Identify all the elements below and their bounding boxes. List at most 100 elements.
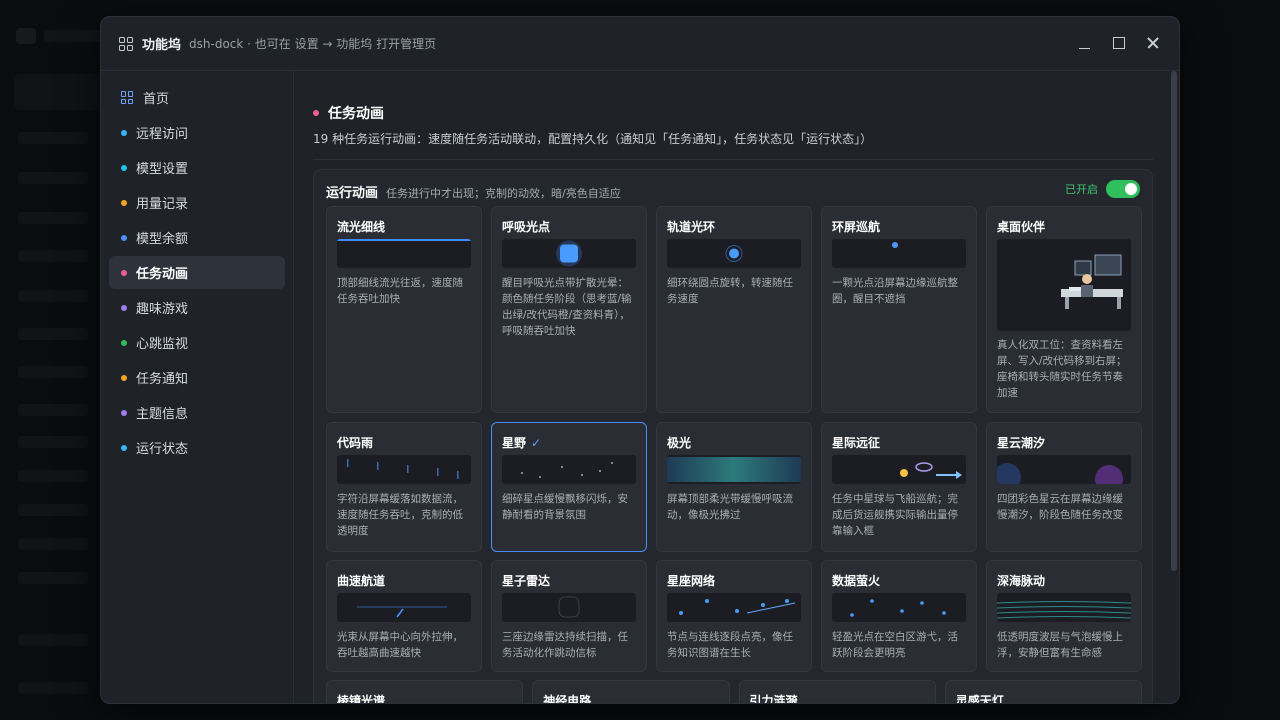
card-description: 任务中星球与飞船巡航；完成后货运舰携实际输出量停靠输入框 (832, 493, 958, 537)
animation-card-11[interactable]: 星子雷达 三座边缘雷达持续扫描，任务活动化作跳动信标 (491, 560, 647, 672)
enable-toggle[interactable] (1106, 180, 1140, 198)
page-title-text: 任务动画 (328, 106, 384, 122)
card-title-text: 棱镜光谱 (337, 694, 386, 704)
card-title-text: 流光细线 (337, 220, 386, 234)
preview-graphic (900, 462, 962, 479)
window-controls (1077, 35, 1161, 51)
animation-card-13[interactable]: 数据萤火 轻盈光点在空白区游弋，活跃阶段会更明亮 (821, 560, 977, 672)
card-description: 屏幕顶部柔光带缓慢呼吸流动，像极光拂过 (667, 493, 793, 521)
card-title-text: 星子雷达 (502, 574, 551, 588)
preview-graphic (521, 462, 613, 478)
section-title: 运行动画 (326, 186, 379, 201)
enable-toggle-group: 已开启 (1065, 180, 1140, 198)
animation-card-15[interactable]: 棱镜光谱 (326, 680, 524, 704)
animation-card-2[interactable]: 轨道光环细环绕圆点旋转，转速随任务速度 (656, 206, 812, 413)
card-title: 星云潮汐 (997, 434, 1045, 451)
card-description: 低透明度波层与气泡缓慢上浮，安静但富有生命感 (997, 631, 1123, 659)
animation-card-8[interactable]: 星际远征任务中星球与飞船巡航；完成后货运舰携实际输出量停靠输入框 (821, 422, 977, 552)
sidebar-item-label: 模型设置 (136, 162, 189, 177)
animation-card-9[interactable]: 星云潮汐 四团彩色星云在屏幕边缘缓慢潮汐，阶段色随任务改变 (986, 422, 1142, 552)
preview-graphic (667, 457, 801, 482)
animation-preview (997, 455, 1131, 484)
main-content: 任务动画 19 种任务运行动画：速度随任务活动联动，配置持久化（通知见「任务通知… (295, 71, 1171, 704)
preview-graphic (997, 463, 1123, 484)
feature-dock-dialog: 功能坞 dsh-dock · 也可在 设置 → 功能坞 打开管理页 首页 远程访问… (100, 16, 1180, 704)
scrollbar-thumb[interactable] (1171, 71, 1177, 571)
sidebar-item-3[interactable]: 用量记录 (109, 186, 285, 219)
card-title-text: 轨道光环 (667, 220, 716, 234)
preview-graphic (337, 239, 471, 241)
scrollbar[interactable] (1171, 71, 1177, 631)
animation-preview (832, 239, 966, 268)
card-title-text: 引力涟漪 (749, 694, 798, 704)
card-title: 环屏巡航 (832, 218, 880, 235)
card-title: 棱镜光谱 (337, 692, 386, 704)
page-title: 任务动画 (313, 103, 872, 123)
animation-card-16[interactable]: 神经电路 (532, 680, 730, 704)
nav-dot-icon (121, 409, 127, 416)
animation-preview (337, 455, 471, 484)
animation-card-6[interactable]: 星野 ✓ 细碎星点缓慢飘移闪烁，安静耐看的背景氛围 (491, 422, 647, 552)
check-icon: ✓ (531, 436, 542, 450)
animation-card-4[interactable]: 桌面伙伴 真人化双工位：查资料看左屏、写入/改代码移到右屏；座椅和转头随实时任务节… (986, 206, 1142, 413)
close-icon[interactable] (1145, 35, 1161, 51)
card-title: 深海脉动 (997, 572, 1045, 589)
minimize-icon[interactable] (1077, 35, 1093, 51)
sidebar-item-2[interactable]: 模型设置 (109, 151, 285, 184)
animation-card-10[interactable]: 曲速航道 光束从屏幕中心向外拉伸，吞吐越高曲速越快 (326, 560, 482, 672)
sidebar-item-5[interactable]: 任务动画 (109, 256, 285, 289)
card-title: 星际远征 (832, 434, 880, 451)
animation-card-17[interactable]: 引力涟漪 (738, 680, 936, 704)
sidebar-item-9[interactable]: 主题信息 (109, 396, 285, 429)
maximize-icon[interactable] (1111, 35, 1127, 51)
animation-card-12[interactable]: 星座网络 节点与连线逐段点亮，像任务知识图谱在生长 (656, 560, 812, 672)
sidebar-item-label: 趣味游戏 (136, 302, 189, 317)
nav-dot-icon (121, 444, 127, 451)
card-description: 节点与连线逐段点亮，像任务知识图谱在生长 (667, 631, 793, 659)
sidebar-item-4[interactable]: 模型余额 (109, 221, 285, 254)
preview-graphic (725, 245, 743, 262)
sidebar-item-label: 用量记录 (136, 197, 189, 212)
animation-preview (337, 239, 471, 268)
preview-graphic (556, 240, 582, 267)
page-header: 任务动画 19 种任务运行动画：速度随任务活动联动，配置持久化（通知见「任务通知… (313, 103, 872, 147)
sidebar-item-1[interactable]: 远程访问 (109, 116, 285, 149)
card-title-text: 深海脉动 (997, 574, 1046, 588)
card-title: 流光细线 (337, 218, 385, 235)
card-description: 字符沿屏幕缓落如数据流，速度随任务吞吐，克制的低透明度 (337, 493, 463, 537)
card-title: 神经电路 (543, 692, 592, 704)
sidebar-item-6[interactable]: 趣味游戏 (109, 291, 285, 324)
running-animation-section: 运行动画 任务进行中才出现；克制的动效，暗/亮色自适应 已开启 流光细线 顶部细线… (313, 169, 1153, 704)
card-title: 灵感天灯 (956, 692, 1004, 703)
nav-dot-icon (121, 234, 127, 241)
animation-card-5[interactable]: 代码雨字符沿屏幕缓落如数据流，速度随任务吞吐，克制的低透明度 (326, 422, 482, 552)
preview-graphic (1061, 254, 1123, 309)
animation-card-0[interactable]: 流光细线顶部细线流光往返，速度随任务吞吐加快 (326, 206, 482, 413)
sidebar-item-8[interactable]: 任务通知 (109, 361, 285, 394)
preview-graphic (892, 242, 898, 248)
sidebar-item-label: 运行状态 (136, 442, 189, 457)
animation-card-7[interactable]: 极光 屏幕顶部柔光带缓慢呼吸流动，像极光拂过 (656, 422, 812, 552)
animation-card-18[interactable]: 灵感天灯 (944, 680, 1142, 703)
card-description: 细环绕圆点旋转，转速随任务速度 (667, 277, 793, 305)
animation-card-3[interactable]: 环屏巡航 一颗光点沿屏幕边缘巡航整圈，醒目不遮挡 (821, 206, 977, 413)
nav-dot-icon (121, 269, 127, 276)
animation-card-14[interactable]: 深海脉动低透明度波层与气泡缓慢上浮，安静但富有生命感 (986, 560, 1142, 672)
sidebar-item-0[interactable]: 首页 (109, 81, 285, 114)
card-description: 细碎星点缓慢飘移闪烁，安静耐看的背景氛围 (502, 493, 628, 521)
card-title-text: 呼吸光点 (502, 220, 551, 234)
card-description: 真人化双工位：查资料看左屏、写入/改代码移到右屏；座椅和转头随实时任务节奏加速 (997, 339, 1127, 399)
card-title-text: 星野 (502, 436, 527, 450)
card-description: 轻盈光点在空白区游弋，活跃阶段会更明亮 (832, 631, 958, 659)
card-title-text: 代码雨 (337, 436, 374, 450)
card-title-text: 神经电路 (543, 694, 592, 704)
sidebar-nav: 首页 远程访问模型设置用量记录模型余额 任务动画趣味游戏心跳监视任务通知 主题信息运行… (101, 71, 294, 703)
sidebar-item-7[interactable]: 心跳监视 (109, 326, 285, 359)
card-description: 顶部细线流光往返，速度随任务吞吐加快 (337, 277, 463, 305)
sidebar-item-label: 心跳监视 (136, 337, 189, 352)
card-description: 醒目呼吸光点带扩散光晕：颜色随任务阶段（思考蓝/输出绿/改代码橙/查资料青），呼… (502, 277, 632, 337)
animation-card-1[interactable]: 呼吸光点醒目呼吸光点带扩散光晕：颜色随任务阶段（思考蓝/输出绿/改代码橙/查资料… (491, 206, 647, 413)
nav-dot-icon (121, 199, 127, 206)
sidebar-item-10[interactable]: 运行状态 (109, 431, 285, 464)
nav-dot-icon (121, 164, 127, 171)
